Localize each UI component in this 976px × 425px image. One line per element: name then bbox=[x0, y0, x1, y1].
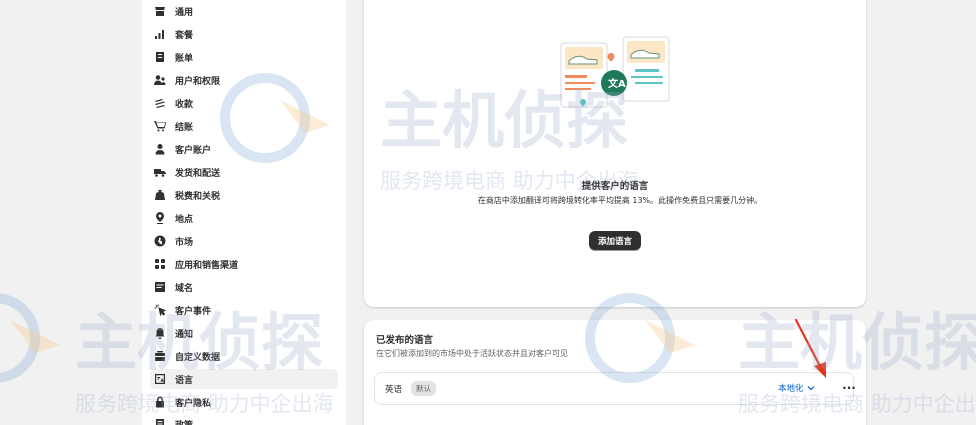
watermark-logo-icon bbox=[0, 293, 60, 383]
sidebar-item-locations[interactable]: 地点 bbox=[150, 208, 338, 228]
location-icon bbox=[153, 212, 166, 225]
person-icon bbox=[153, 143, 166, 156]
sidebar-item-payments[interactable]: 收款 bbox=[150, 93, 338, 113]
domain-icon bbox=[153, 281, 166, 294]
localize-button[interactable]: 本地化 bbox=[778, 382, 815, 394]
sidebar-item-label: 税费和关税 bbox=[175, 191, 221, 202]
plan-chart-icon bbox=[153, 28, 166, 41]
sidebar-item-label: 应用和销售渠道 bbox=[175, 260, 239, 271]
settings-sidebar: 通用 套餐 账单 用户和权限 收款 结账 客户账户 发货和配送 税费和关税 地点… bbox=[142, 0, 346, 425]
published-languages-description: 在它们被添加到的市场中处于活跃状态并且对客户可见 bbox=[376, 349, 568, 358]
truck-icon bbox=[153, 166, 166, 179]
annotation-arrow bbox=[794, 318, 826, 378]
sidebar-item-customer-privacy[interactable]: 客户隐私 bbox=[150, 392, 338, 412]
sidebar-item-label: 市场 bbox=[175, 237, 194, 248]
sidebar-item-label: 用户和权限 bbox=[175, 76, 221, 87]
sidebar-item-users[interactable]: 用户和权限 bbox=[150, 70, 338, 90]
payments-icon bbox=[153, 97, 166, 110]
sidebar-item-label: 自定义数据 bbox=[175, 352, 221, 363]
data-icon bbox=[153, 350, 166, 363]
sidebar-item-customer-accounts[interactable]: 客户账户 bbox=[150, 139, 338, 159]
sidebar-item-languages[interactable]: 语言 bbox=[150, 369, 338, 389]
apps-icon bbox=[153, 258, 166, 271]
sidebar-item-taxes[interactable]: 税费和关税 bbox=[150, 185, 338, 205]
cart-icon bbox=[153, 120, 166, 133]
sidebar-item-apps-channels[interactable]: 应用和销售渠道 bbox=[150, 254, 338, 274]
sidebar-item-general[interactable]: 通用 bbox=[150, 1, 338, 21]
cursor-click-icon bbox=[153, 304, 166, 317]
sidebar-item-label: 地点 bbox=[175, 214, 194, 225]
empty-state-description: 在商店中添加翻译可将跨境转化率平均提高 13%。此操作免费且只需要几分钟。 bbox=[477, 196, 763, 205]
sidebar-item-plan[interactable]: 套餐 bbox=[150, 24, 338, 44]
published-languages-title: 已发布的语言 bbox=[376, 335, 434, 346]
sidebar-item-label: 语言 bbox=[175, 375, 194, 386]
sidebar-item-label: 政策 bbox=[175, 418, 193, 425]
translate-illustration: 文A bbox=[560, 36, 670, 108]
sidebar-item-label: 结账 bbox=[175, 122, 194, 133]
localize-label: 本地化 bbox=[778, 384, 804, 394]
sidebar-item-label: 域名 bbox=[175, 283, 194, 294]
empty-state-title: 提供客户的语言 bbox=[581, 181, 649, 192]
users-icon bbox=[153, 74, 166, 87]
tax-bag-icon bbox=[153, 189, 166, 202]
sidebar-item-label: 通用 bbox=[175, 7, 194, 18]
watermark bbox=[0, 290, 70, 389]
language-icon bbox=[153, 373, 166, 386]
default-badge: 默认 bbox=[411, 381, 436, 396]
add-language-button[interactable]: 添加语言 bbox=[589, 231, 641, 250]
sidebar-item-domains[interactable]: 域名 bbox=[150, 277, 338, 297]
sidebar-item-shipping[interactable]: 发货和配送 bbox=[150, 162, 338, 182]
sidebar-item-label: 账单 bbox=[175, 53, 194, 64]
globe-icon bbox=[153, 235, 166, 248]
sidebar-item-custom-data[interactable]: 自定义数据 bbox=[150, 346, 338, 366]
sidebar-item-checkout[interactable]: 结账 bbox=[150, 116, 338, 136]
sidebar-item-notifications[interactable]: 通知 bbox=[150, 323, 338, 343]
language-name: 英语 bbox=[385, 385, 403, 395]
policy-icon bbox=[153, 418, 166, 425]
sidebar-item-label: 发货和配送 bbox=[175, 168, 221, 179]
add-language-card: 文A 提供客户的语言 在商店中添加翻译可将跨境转化率平均提高 13%。此操作免费… bbox=[364, 0, 866, 307]
sidebar-item-label: 客户隐私 bbox=[175, 398, 212, 409]
store-icon bbox=[153, 5, 166, 18]
sidebar-item-billing[interactable]: 账单 bbox=[150, 47, 338, 67]
sidebar-item-label: 客户账户 bbox=[175, 145, 212, 156]
billing-icon bbox=[153, 51, 166, 64]
sidebar-item-label: 通知 bbox=[175, 329, 194, 340]
bell-icon bbox=[153, 327, 166, 340]
sidebar-item-label: 套餐 bbox=[175, 30, 194, 41]
sidebar-item-label: 客户事件 bbox=[175, 306, 212, 317]
sidebar-item-customer-events[interactable]: 客户事件 bbox=[150, 300, 338, 320]
sidebar-item-label: 收款 bbox=[175, 99, 194, 110]
sidebar-item-policies[interactable]: 政策 bbox=[150, 414, 338, 425]
chevron-down-icon bbox=[807, 386, 814, 391]
language-row: 英语 默认 本地化 ··· bbox=[374, 372, 856, 405]
svg-text:文A: 文A bbox=[608, 77, 626, 90]
more-actions-button[interactable]: ··· bbox=[839, 377, 859, 399]
lock-icon bbox=[153, 396, 166, 409]
sidebar-item-markets[interactable]: 市场 bbox=[150, 231, 338, 251]
